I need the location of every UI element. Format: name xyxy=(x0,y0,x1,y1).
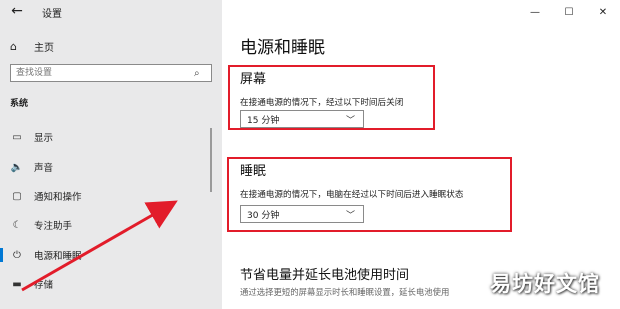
annotation-arrow xyxy=(21,200,178,292)
arrow-line xyxy=(21,200,178,292)
watermark: 易坊好文馆 xyxy=(490,272,600,296)
